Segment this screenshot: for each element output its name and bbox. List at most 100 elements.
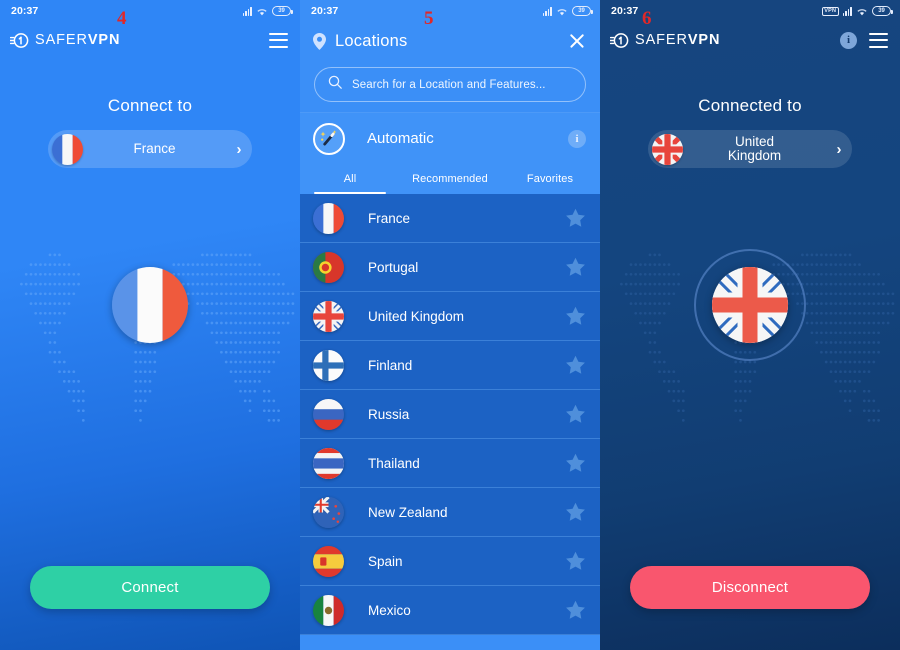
cellular-signal-icon	[242, 7, 252, 16]
flag-nz-icon	[313, 496, 344, 528]
connected-globe	[94, 249, 206, 361]
location-row[interactable]: Portugal	[300, 243, 600, 292]
flag-pt-icon	[313, 251, 344, 283]
search-row: Search for a Location and Features...	[300, 60, 600, 112]
safervpn-logo: SAFERVPN	[609, 31, 721, 50]
annotation-number-6: 6	[642, 8, 652, 29]
location-row[interactable]: Finland	[300, 341, 600, 390]
selected-country-pill[interactable]: United Kingdom ›	[648, 130, 852, 168]
panel-connect-screen: 4 20:37 39 SAFERVPN Connect to France › …	[0, 0, 300, 650]
safervpn-logo-text: SAFERVPN	[635, 32, 721, 48]
status-clock: 20:37	[611, 5, 639, 17]
status-bar: 20:37 39	[0, 0, 300, 22]
favorite-star-icon[interactable]	[565, 306, 586, 326]
automatic-location-row[interactable]: Automatic i	[300, 112, 600, 164]
disconnect-button[interactable]: Disconnect	[630, 566, 870, 609]
search-placeholder: Search for a Location and Features...	[352, 78, 546, 91]
hamburger-icon[interactable]	[269, 32, 288, 48]
favorite-star-icon[interactable]	[565, 355, 586, 375]
tab-recommended[interactable]: Recommended	[400, 164, 500, 194]
favorite-star-icon[interactable]	[565, 502, 586, 522]
flag-es-icon	[313, 545, 344, 577]
battery-icon: 39	[272, 6, 293, 16]
search-icon	[328, 75, 342, 94]
chevron-right-icon: ›	[236, 140, 242, 158]
location-row[interactable]: Russia	[300, 390, 600, 439]
wifi-icon	[556, 7, 568, 16]
automatic-label: Automatic	[367, 130, 434, 147]
favorite-star-icon[interactable]	[565, 404, 586, 424]
magic-wand-icon	[313, 122, 345, 155]
location-name: Portugal	[368, 259, 419, 275]
location-name: Finland	[368, 357, 413, 373]
flag-united-kingdom-icon	[652, 133, 683, 165]
selected-country-pill[interactable]: France ›	[48, 130, 252, 168]
location-row[interactable]: Thailand	[300, 439, 600, 488]
connected-globe	[694, 249, 806, 361]
globe-flag-france-icon	[112, 267, 188, 343]
flag-mx-icon	[313, 594, 344, 626]
flag-fi-icon	[313, 349, 344, 381]
locations-tabs: All Recommended Favorites	[300, 164, 600, 194]
location-row[interactable]: Spain	[300, 537, 600, 586]
annotation-number-4: 4	[117, 8, 127, 29]
status-clock: 20:37	[11, 5, 39, 17]
wifi-icon	[256, 7, 268, 16]
tab-favorites-label: Favorites	[526, 173, 574, 185]
favorite-star-icon[interactable]	[565, 551, 586, 571]
hamburger-icon[interactable]	[869, 32, 888, 48]
location-name: New Zealand	[368, 504, 448, 520]
flag-th-icon	[313, 447, 344, 479]
favorite-star-icon[interactable]	[565, 453, 586, 473]
location-row[interactable]: Mexico	[300, 586, 600, 635]
selected-country-label: France	[133, 140, 176, 156]
info-icon[interactable]: i	[840, 31, 857, 49]
safervpn-logo: SAFERVPN	[9, 31, 121, 50]
tab-all-label: All	[343, 173, 357, 185]
map-pin-icon	[313, 32, 326, 50]
selected-country-label: United Kingdom	[727, 133, 782, 163]
location-name: Spain	[368, 553, 403, 569]
flag-gb-icon	[313, 300, 344, 332]
location-row[interactable]: New Zealand	[300, 488, 600, 537]
cellular-signal-icon	[842, 7, 852, 16]
tab-recommended-label: Recommended	[412, 173, 488, 185]
location-name: Thailand	[368, 455, 420, 471]
location-name: France	[368, 210, 411, 226]
three-phone-screenshots: 4 20:37 39 SAFERVPN Connect to France › …	[0, 0, 900, 650]
safervpn-logo-icon	[609, 31, 629, 50]
connected-to-heading: Connected to	[698, 96, 802, 115]
locations-title: Locations	[335, 31, 408, 50]
chevron-right-icon: ›	[836, 140, 842, 158]
tab-favorites[interactable]: Favorites	[500, 164, 600, 194]
status-bar: 20:37 39	[300, 0, 600, 22]
battery-icon: 39	[872, 6, 893, 16]
favorite-star-icon[interactable]	[565, 600, 586, 620]
favorite-star-icon[interactable]	[565, 257, 586, 277]
flag-fr-icon	[313, 202, 344, 234]
connect-to-heading: Connect to	[107, 96, 193, 115]
cellular-signal-icon	[542, 7, 552, 16]
safervpn-logo-icon	[9, 31, 29, 50]
safervpn-logo-text: SAFERVPN	[35, 32, 121, 48]
wifi-icon	[856, 7, 868, 16]
panel-locations-screen: 5 20:37 39 Locations Search for a Locati…	[300, 0, 600, 650]
app-header-bar: SAFERVPN	[0, 22, 300, 58]
location-name: United Kingdom	[368, 308, 465, 324]
status-clock: 20:37	[311, 5, 339, 17]
flag-france-icon	[52, 133, 83, 165]
close-icon[interactable]	[568, 32, 586, 50]
globe-flag-united-kingdom-icon	[712, 267, 788, 343]
battery-icon: 39	[572, 6, 593, 16]
location-row[interactable]: United Kingdom	[300, 292, 600, 341]
location-name: Russia	[368, 406, 410, 422]
favorite-star-icon[interactable]	[565, 208, 586, 228]
info-icon[interactable]: i	[568, 129, 586, 148]
locations-header: Locations	[300, 22, 600, 60]
tab-all[interactable]: All	[300, 164, 400, 194]
locations-list[interactable]: France Portugal United Kingdom Finland Russi…	[300, 194, 600, 635]
location-row[interactable]: France	[300, 194, 600, 243]
search-input[interactable]: Search for a Location and Features...	[314, 67, 586, 102]
panel-connected-screen: 6 20:37 VPN 39 SAFERVPN i Connected to U…	[600, 0, 900, 650]
connect-button[interactable]: Connect	[30, 566, 270, 609]
